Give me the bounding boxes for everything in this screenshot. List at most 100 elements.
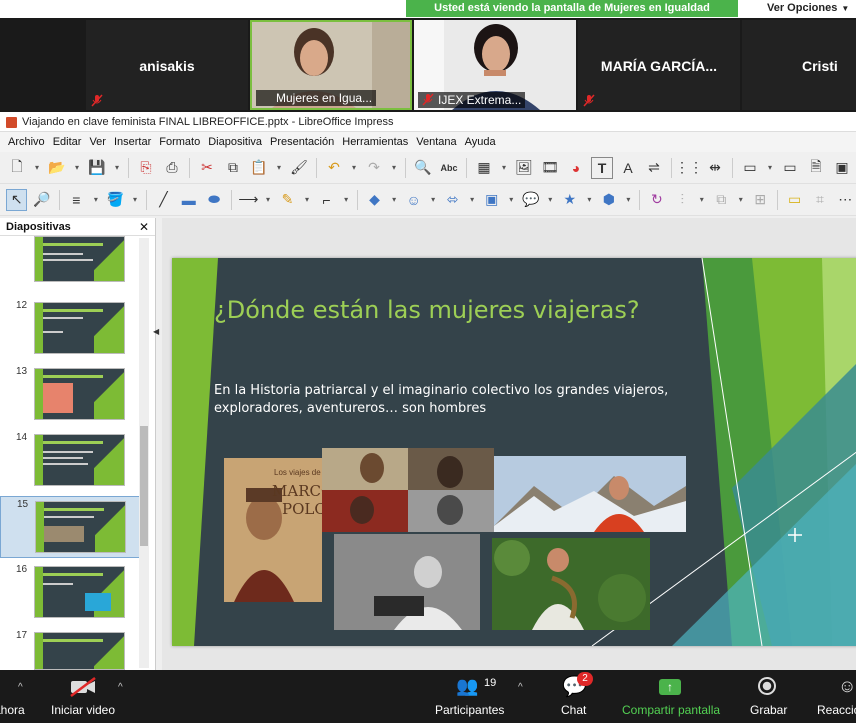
participant-tile-mujeres[interactable]: Mujeres en Igua... [250, 20, 412, 110]
slide-title[interactable]: ¿Dónde están las mujeres viajeras? [214, 296, 640, 324]
slide-thumbnail[interactable]: 16 [0, 562, 145, 624]
writer-typewriter-image[interactable] [334, 534, 480, 630]
chevron-down-icon[interactable]: ▾ [428, 189, 438, 211]
zoom-pan-icon[interactable]: 🔎 [31, 189, 52, 211]
menu-ayuda[interactable]: Ayuda [465, 136, 496, 148]
slide-thumbnail[interactable]: 13 [0, 364, 145, 426]
chevron-down-icon[interactable]: ▾ [389, 157, 399, 179]
chevron-down-icon[interactable]: ▾ [389, 189, 399, 211]
slides-scrollbar[interactable] [139, 238, 149, 668]
chart-icon[interactable]: ◕ [565, 157, 587, 179]
menu-ventana[interactable]: Ventana [416, 136, 456, 148]
undo-icon[interactable]: ↶ [323, 157, 345, 179]
participant-tile-ijex[interactable]: IJEX Extrema... [414, 20, 576, 110]
arrow-line-icon[interactable]: ⟶ [238, 189, 259, 211]
distribute-icon[interactable]: ⊞ [750, 189, 771, 211]
chevron-down-icon[interactable]: ▾ [274, 157, 284, 179]
current-slide[interactable]: ¿Dónde están las mujeres viajeras? En la… [172, 258, 856, 646]
block-arrows-icon[interactable]: ⬄ [442, 189, 463, 211]
helplines-icon[interactable]: ⇹ [704, 157, 726, 179]
flowchart-icon[interactable]: ▣ [481, 189, 502, 211]
connector-tool-icon[interactable]: ⌐ [316, 189, 337, 211]
chevron-down-icon[interactable]: ▾ [697, 189, 707, 211]
redo-icon[interactable]: ↷ [363, 157, 385, 179]
slide-thumbnail[interactable]: 17 [0, 628, 145, 670]
chevron-down-icon[interactable]: ▾ [467, 189, 477, 211]
participants-options-caret-icon[interactable]: ^ [518, 682, 523, 693]
explorers-collage-image[interactable] [322, 448, 494, 532]
collapse-panel-icon[interactable]: ◀ [153, 327, 161, 343]
find-replace-icon[interactable]: 🔍 [412, 157, 434, 179]
menu-ver[interactable]: Ver [89, 136, 106, 148]
stars-icon[interactable]: ★ [559, 189, 580, 211]
slide-thumbnail[interactable] [0, 236, 145, 286]
master-slide-icon[interactable]: ▭ [779, 157, 801, 179]
menu-editar[interactable]: Editar [53, 136, 82, 148]
chevron-down-icon[interactable]: ▾ [499, 157, 509, 179]
chevron-down-icon[interactable]: ▾ [341, 189, 351, 211]
slide-body-text[interactable]: En la Historia patriarcal y el imaginari… [214, 382, 684, 418]
export-pdf-icon[interactable]: ⎘ [135, 157, 157, 179]
chevron-down-icon[interactable]: ▾ [263, 189, 273, 211]
line-color-icon[interactable]: ≡ [66, 189, 87, 211]
cut-icon[interactable]: ✂ [196, 157, 218, 179]
menu-herramientas[interactable]: Herramientas [342, 136, 408, 148]
select-arrow-icon[interactable]: ↖ [6, 188, 28, 211]
slide-thumbnail[interactable]: 12 [0, 298, 145, 360]
new-document-icon[interactable]: 🗋 [6, 157, 28, 179]
textbox-icon[interactable]: T [591, 156, 613, 179]
participant-tile-anisakis[interactable]: anisakis [86, 20, 248, 110]
chevron-down-icon[interactable]: ▾ [32, 157, 42, 179]
crop-icon[interactable]: ⌗ [809, 189, 830, 211]
participant-tile-maria[interactable]: MARÍA GARCÍA... [578, 20, 740, 110]
display-views-icon[interactable]: ▭ [739, 157, 761, 179]
chevron-down-icon[interactable]: ▾ [302, 189, 312, 211]
view-options-button[interactable]: Ver Opciones ▼ [738, 0, 856, 17]
align-icon[interactable]: ⫶ [672, 189, 693, 211]
rectangle-tool-icon[interactable]: ▬ [178, 189, 199, 211]
copy-icon[interactable]: ⧉ [222, 157, 244, 179]
line-tool-icon[interactable]: ╱ [153, 189, 174, 211]
participant-tile-cristi[interactable]: Cristi [742, 20, 856, 110]
save-icon[interactable]: 💾 [86, 157, 108, 179]
chevron-down-icon[interactable]: ▾ [72, 157, 82, 179]
clone-format-icon[interactable]: 🖌 [288, 157, 310, 179]
ellipse-tool-icon[interactable]: ⬬ [203, 189, 224, 211]
callouts-icon[interactable]: 💬 [520, 189, 541, 211]
spellcheck-icon[interactable]: Abc [438, 157, 460, 179]
chevron-down-icon[interactable]: ▾ [91, 189, 101, 211]
menu-diapositiva[interactable]: Diapositiva [208, 136, 262, 148]
slide-thumbnail[interactable]: 14 [0, 430, 145, 492]
jungle-explorer-image[interactable] [492, 538, 650, 630]
basic-shapes-icon[interactable]: ◆ [364, 189, 385, 211]
print-icon[interactable]: ⎙ [161, 157, 183, 179]
slide-thumbnail-selected[interactable]: 15 [0, 496, 145, 558]
media-icon[interactable]: 🎞 [539, 157, 561, 179]
menu-formato[interactable]: Formato [159, 136, 200, 148]
image-icon[interactable]: 🖼 [513, 157, 535, 179]
mountaineer-image[interactable] [494, 456, 686, 532]
close-icon[interactable]: ✕ [139, 218, 149, 236]
fontwork-icon[interactable]: A [617, 157, 639, 179]
marco-polo-book-image[interactable]: Los viajes de MARCO POLO [224, 458, 322, 602]
chevron-down-icon[interactable]: ▾ [112, 157, 122, 179]
chevron-down-icon[interactable]: ▾ [130, 189, 140, 211]
menu-insertar[interactable]: Insertar [114, 136, 151, 148]
start-presentation-icon[interactable]: ▣ [831, 157, 853, 179]
chevron-down-icon[interactable]: ▾ [584, 189, 594, 211]
menu-archivo[interactable]: Archivo [8, 136, 45, 148]
more-tools-icon[interactable]: ⋯ [835, 189, 856, 211]
menu-presentacion[interactable]: Presentación [270, 136, 334, 148]
symbol-shapes-icon[interactable]: ☺ [403, 189, 424, 211]
arrange-icon[interactable]: ⧉ [711, 189, 732, 211]
chevron-down-icon[interactable]: ▾ [765, 157, 775, 179]
fill-color-icon[interactable]: 🪣 [105, 189, 126, 211]
slide-properties-icon[interactable]: 🗎 [805, 157, 827, 179]
table-icon[interactable]: ▦ [473, 157, 495, 179]
chevron-down-icon[interactable]: ▾ [506, 189, 516, 211]
slide-editing-canvas[interactable]: ¿Dónde están las mujeres viajeras? En la… [162, 218, 856, 670]
chevron-down-icon[interactable]: ▾ [736, 189, 746, 211]
3d-objects-icon[interactable]: ⬢ [598, 189, 619, 211]
paste-icon[interactable]: 📋 [248, 157, 270, 179]
chevron-down-icon[interactable]: ▾ [545, 189, 555, 211]
